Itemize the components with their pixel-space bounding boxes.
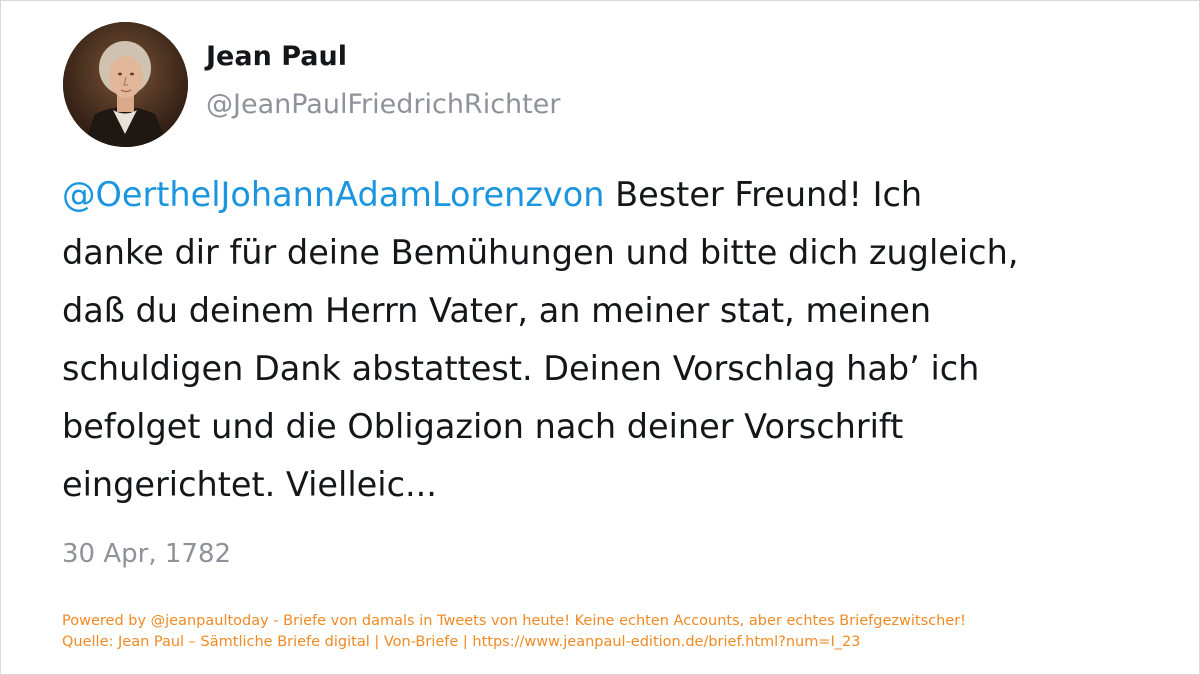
source-text: Quelle: Jean Paul – Sämtliche Briefe dig… [62, 634, 861, 650]
powered-by-text: Powered by @jeanpaultoday - Briefe von d… [62, 613, 966, 629]
user-handle[interactable]: @JeanPaulFriedrichRichter [206, 89, 560, 120]
tweet-line: befolget und die Obligazion nach deiner … [62, 407, 904, 446]
tweet-line: danke dir für deine Bemühungen und bitte… [62, 233, 1019, 272]
tweet-card: Jean Paul @JeanPaulFriedrichRichter @Oer… [0, 0, 1200, 675]
avatar[interactable] [63, 22, 188, 147]
footer: Powered by @jeanpaultoday - Briefe von d… [62, 611, 966, 653]
tweet-line: schuldigen Dank abstattest. Deinen Vorsc… [62, 349, 980, 388]
display-name[interactable]: Jean Paul [206, 41, 347, 72]
tweet-line: eingerichtet. Vielleic... [62, 465, 437, 504]
mention-link[interactable]: @OerthelJohannAdamLorenzvon [62, 175, 604, 214]
portrait-avatar-icon [63, 22, 188, 147]
tweet-text: @OerthelJohannAdamLorenzvon Bester Freun… [62, 166, 1162, 514]
tweet-line: Bester Freund! Ich [604, 175, 923, 214]
tweet-date: 30 Apr, 1782 [62, 539, 232, 569]
tweet-line: daß du deinem Herrn Vater, an meiner sta… [62, 291, 932, 330]
